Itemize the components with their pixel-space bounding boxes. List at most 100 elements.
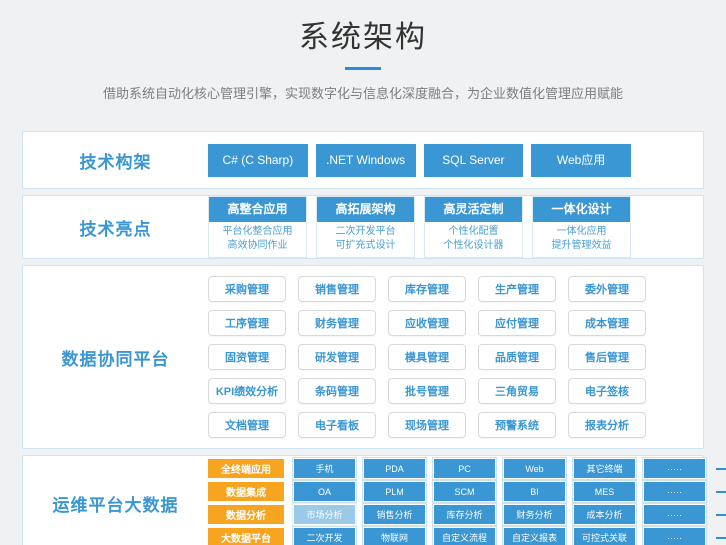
highlight-card-line: 一体化应用 (533, 225, 630, 239)
ops-item-button[interactable]: 二次开发 (294, 528, 355, 545)
module-chip[interactable]: 工序管理 (208, 310, 286, 336)
module-chip[interactable]: 电子看板 (298, 412, 376, 438)
ops-item-button[interactable]: 手机 (294, 459, 355, 478)
section-tech-framework: 技术构架 C# (C Sharp).NET WindowsSQL ServerW… (22, 131, 704, 189)
highlight-card-body: 一体化应用提升管理效益 (533, 222, 630, 257)
tech-framework-button[interactable]: .NET Windows (316, 144, 416, 177)
ops-item-button[interactable]: 销售分析 (364, 505, 425, 524)
tech-framework-button[interactable]: SQL Server (424, 144, 524, 177)
ops-item-button[interactable]: SCM (434, 482, 495, 501)
module-chip[interactable]: 应收管理 (388, 310, 466, 336)
highlight-card-body: 二次开发平台可扩充式设计 (317, 222, 414, 257)
ops-item-button[interactable]: 自定义流程 (434, 528, 495, 545)
ops-item-button[interactable]: ····· (644, 459, 705, 478)
highlight-card-line: 提升管理效益 (533, 239, 630, 253)
highlight-card: 高整合应用平台化整合应用高效协同作业 (208, 196, 307, 258)
ops-item-button[interactable]: PC (434, 459, 495, 478)
ops-item-button[interactable]: ····· (644, 528, 705, 545)
module-chip[interactable]: 成本管理 (568, 310, 646, 336)
module-chip[interactable]: 固资管理 (208, 344, 286, 370)
ops-item-button[interactable]: 物联网 (364, 528, 425, 545)
ops-category-label: 全终端应用 (208, 459, 284, 478)
highlight-card-line: 个性化设计器 (425, 239, 522, 253)
arrow-right-icon (716, 491, 726, 493)
system-architecture-page: 系统架构 借助系统自动化核心管理引擎，实现数字化与信息化深度融合，为企业数值化管… (0, 0, 726, 545)
module-chip[interactable]: 库存管理 (388, 276, 466, 302)
module-chip[interactable]: 模具管理 (388, 344, 466, 370)
ops-category-label: 数据分析 (208, 505, 284, 524)
tech-framework-buttons: C# (C Sharp).NET WindowsSQL ServerWeb应用 (208, 144, 703, 177)
module-chip[interactable]: 报表分析 (568, 412, 646, 438)
highlight-card: 高拓展架构二次开发平台可扩充式设计 (316, 196, 415, 258)
ops-item-button[interactable]: 市场分析 (294, 505, 355, 524)
ops-row: 全终端应用手机PDAPCWeb其它终端·····多样化 (208, 459, 726, 478)
ops-platform-rows: 全终端应用手机PDAPCWeb其它终端·····多样化数据集成OAPLMSCMB… (208, 459, 726, 545)
highlight-card-body: 平台化整合应用高效协同作业 (209, 222, 306, 257)
module-chip[interactable]: 研发管理 (298, 344, 376, 370)
module-chip[interactable]: 批号管理 (388, 378, 466, 404)
ops-item-button[interactable]: 可控式关联 (574, 528, 635, 545)
page-subtitle: 借助系统自动化核心管理引擎，实现数字化与信息化深度融合，为企业数值化管理应用赋能 (0, 83, 726, 102)
highlight-card-title: 高拓展架构 (317, 197, 414, 222)
ops-item-button[interactable]: ····· (644, 505, 705, 524)
data-platform-label: 数据协同平台 (23, 345, 208, 370)
module-chip[interactable]: 售后管理 (568, 344, 646, 370)
ops-item-button[interactable]: 成本分析 (574, 505, 635, 524)
highlight-card-line: 二次开发平台 (317, 225, 414, 239)
module-chip[interactable]: 财务管理 (298, 310, 376, 336)
highlight-card-line: 高效协同作业 (209, 239, 306, 253)
highlight-card-line: 平台化整合应用 (209, 225, 306, 239)
ops-item-button[interactable]: 库存分析 (434, 505, 495, 524)
module-chip[interactable]: 品质管理 (478, 344, 556, 370)
highlight-card-line: 可扩充式设计 (317, 239, 414, 253)
tech-highlight-cards: 高整合应用平台化整合应用高效协同作业高拓展架构二次开发平台可扩充式设计高灵活定制… (208, 196, 703, 258)
ops-row: 大数据平台二次开发物联网自定义流程自定义报表可控式关联·····智能化 (208, 528, 726, 545)
ops-item-button[interactable]: 自定义报表 (504, 528, 565, 545)
tech-highlights-label: 技术亮点 (23, 215, 208, 240)
data-platform-grid: 采购管理销售管理库存管理生产管理委外管理工序管理财务管理应收管理应付管理成本管理… (208, 276, 703, 438)
module-chip[interactable]: 文档管理 (208, 412, 286, 438)
arrow-right-icon (716, 537, 726, 539)
module-chip[interactable]: 条码管理 (298, 378, 376, 404)
module-chip[interactable]: 三角贸易 (478, 378, 556, 404)
module-chip[interactable]: 销售管理 (298, 276, 376, 302)
highlight-card: 高灵活定制个性化配置个性化设计器 (424, 196, 523, 258)
ops-item-button[interactable]: 其它终端 (574, 459, 635, 478)
highlight-card-line: 个性化配置 (425, 225, 522, 239)
ops-platform-label: 运维平台大数据 (23, 491, 208, 516)
ops-item-button[interactable]: Web (504, 459, 565, 478)
ops-item-button[interactable]: PLM (364, 482, 425, 501)
highlight-card-title: 高整合应用 (209, 197, 306, 222)
tech-framework-button[interactable]: Web应用 (531, 144, 631, 177)
ops-item-button[interactable]: 财务分析 (504, 505, 565, 524)
ops-category-label: 大数据平台 (208, 528, 284, 545)
module-chip[interactable]: 预警系统 (478, 412, 556, 438)
arrow-right-icon (716, 468, 726, 470)
tech-framework-label: 技术构架 (23, 148, 208, 173)
arrow-right-icon (716, 514, 726, 516)
ops-row: 数据集成OAPLMSCMBIMES·····智联化 (208, 482, 726, 501)
highlight-card: 一体化设计一体化应用提升管理效益 (532, 196, 631, 258)
ops-category-label: 数据集成 (208, 482, 284, 501)
module-chip[interactable]: 委外管理 (568, 276, 646, 302)
highlight-card-title: 高灵活定制 (425, 197, 522, 222)
page-title: 系统架构 (0, 12, 726, 56)
section-data-platform: 数据协同平台 采购管理销售管理库存管理生产管理委外管理工序管理财务管理应收管理应… (22, 265, 704, 449)
title-divider (345, 67, 381, 70)
tech-framework-button[interactable]: C# (C Sharp) (208, 144, 308, 177)
module-chip[interactable]: 生产管理 (478, 276, 556, 302)
ops-row: 数据分析市场分析销售分析库存分析财务分析成本分析·····实时化 (208, 505, 726, 524)
ops-item-button[interactable]: OA (294, 482, 355, 501)
ops-item-button[interactable]: PDA (364, 459, 425, 478)
ops-item-button[interactable]: MES (574, 482, 635, 501)
ops-item-button[interactable]: ····· (644, 482, 705, 501)
module-chip[interactable]: 采购管理 (208, 276, 286, 302)
module-chip[interactable]: 应付管理 (478, 310, 556, 336)
section-ops-platform: 运维平台大数据 全终端应用手机PDAPCWeb其它终端·····多样化数据集成O… (22, 455, 704, 545)
section-tech-highlights: 技术亮点 高整合应用平台化整合应用高效协同作业高拓展架构二次开发平台可扩充式设计… (22, 195, 704, 259)
module-chip[interactable]: 现场管理 (388, 412, 466, 438)
module-chip[interactable]: 电子签核 (568, 378, 646, 404)
highlight-card-title: 一体化设计 (533, 197, 630, 222)
module-chip[interactable]: KPI绩效分析 (208, 378, 286, 404)
ops-item-button[interactable]: BI (504, 482, 565, 501)
